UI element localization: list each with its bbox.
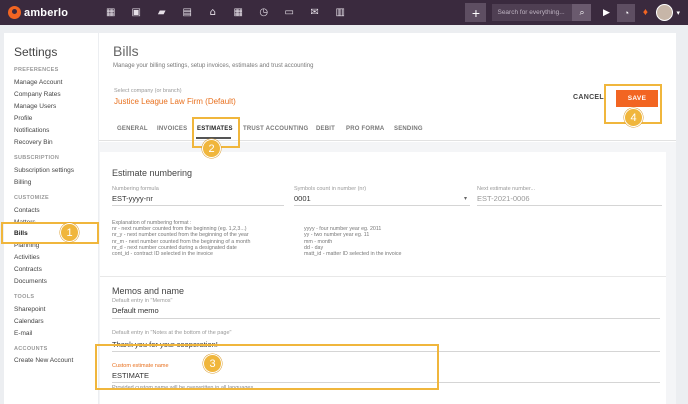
sidebar-section-subscription: SUBSCRIPTION xyxy=(14,155,60,161)
numbering-formula-underline xyxy=(112,205,284,206)
billing-icon[interactable]: ⌂ xyxy=(200,0,226,25)
sidebar-item-manage-account[interactable]: Manage Account xyxy=(14,79,62,86)
numbering-formula-input[interactable]: EST-yyyy-nr xyxy=(112,194,153,203)
contacts-icon[interactable]: ▣ xyxy=(124,0,150,25)
highlight-box-bills xyxy=(1,222,99,244)
sidebar-item-contacts[interactable]: Contacts xyxy=(14,207,40,214)
reports-icon[interactable]: ▥ xyxy=(328,0,354,25)
estimate-numbering-heading: Estimate numbering xyxy=(112,168,193,178)
default-memo-label: Default entry in "Memos" xyxy=(112,298,173,304)
sidebar-item-activities[interactable]: Activities xyxy=(14,254,40,261)
top-bar: amberlo ▦ ▣ ▰ ▤ ⌂ ▦ ◷ ▭ ✉ ▥ + Search for… xyxy=(0,0,688,25)
calendar-icon[interactable]: ▦ xyxy=(226,0,252,25)
sidebar-item-sharepoint[interactable]: Sharepoint xyxy=(14,306,45,313)
tab-pro-forma[interactable]: PRO FORMA xyxy=(346,126,384,132)
page-subtitle: Manage your billing settings, setup invo… xyxy=(113,63,314,69)
step-badge-1: 1 xyxy=(60,223,79,242)
default-notes-label: Default entry in "Notes at the bottom of… xyxy=(112,330,232,336)
settings-tabs: GENERAL INVOICES ESTIMATES TRUST ACCOUNT… xyxy=(99,117,676,141)
email-icon[interactable]: ✉ xyxy=(302,0,328,25)
highlight-box-custom-name xyxy=(95,344,439,390)
sidebar-item-recovery-bin[interactable]: Recovery Bin xyxy=(14,139,53,146)
quick-add-button[interactable]: + xyxy=(465,3,487,22)
activity-icon[interactable]: ◷ xyxy=(251,0,277,25)
search-icon[interactable]: ⌕ xyxy=(572,4,592,21)
sidebar-item-company-rates[interactable]: Company Rates xyxy=(14,91,61,98)
next-estimate-underline xyxy=(477,205,662,206)
sidebar-section-tools: TOOLS xyxy=(14,294,35,300)
play-timer-icon[interactable]: ▶ xyxy=(597,4,615,22)
chevron-down-icon[interactable]: ▾ xyxy=(676,9,680,17)
default-memo-input[interactable]: Default memo xyxy=(112,306,159,315)
notifications-bell-icon[interactable]: ♦ xyxy=(637,7,653,18)
sidebar-item-calendars[interactable]: Calendars xyxy=(14,318,44,325)
chevron-down-icon[interactable]: ▾ xyxy=(464,195,467,202)
symbols-count-select[interactable]: 0001 xyxy=(294,194,311,203)
cancel-button[interactable]: CANCEL xyxy=(573,94,604,101)
tab-sending[interactable]: SENDING xyxy=(394,126,423,132)
numbering-explanation-right: yyyy - four number year eg. 2011 yy - tw… xyxy=(304,226,402,258)
app-logo[interactable]: amberlo xyxy=(8,6,88,19)
page-title: Bills xyxy=(113,43,139,59)
main-nav: ▦ ▣ ▰ ▤ ⌂ ▦ ◷ ▭ ✉ ▥ xyxy=(98,0,353,25)
amberlo-logo-icon xyxy=(8,6,21,19)
symbols-count-underline xyxy=(294,205,470,206)
next-estimate-input[interactable]: EST-2021-0006 xyxy=(477,194,530,203)
settings-sidebar: Settings PREFERENCES Manage Account Comp… xyxy=(4,33,98,404)
folder-icon[interactable]: ▭ xyxy=(277,0,303,25)
sidebar-item-email[interactable]: E-mail xyxy=(14,330,32,337)
sidebar-item-subscription-settings[interactable]: Subscription settings xyxy=(14,167,74,174)
dashboard-icon[interactable]: ▦ xyxy=(98,0,124,25)
tab-trust-accounting[interactable]: TRUST ACCOUNTING xyxy=(243,126,308,132)
sidebar-item-manage-users[interactable]: Manage Users xyxy=(14,103,56,110)
default-memo-underline xyxy=(112,318,660,319)
avatar[interactable] xyxy=(656,4,674,21)
sidebar-section-customize: CUSTOMIZE xyxy=(14,195,49,201)
sidebar-section-preferences: PREFERENCES xyxy=(14,67,59,73)
sidebar-item-billing[interactable]: Billing xyxy=(14,179,31,186)
next-estimate-label: Next estimate number... xyxy=(477,186,536,192)
symbols-count-label: Symbols count in number (nr) xyxy=(294,186,367,192)
company-select[interactable]: Justice League Law Firm (Default) xyxy=(114,97,236,106)
section-divider xyxy=(100,276,666,277)
company-select-label: Select company (or branch) xyxy=(114,88,182,94)
timer-icon[interactable]: ◔ xyxy=(617,3,636,22)
global-search-input[interactable]: Search for everything... xyxy=(492,4,573,21)
sidebar-item-contracts[interactable]: Contracts xyxy=(14,266,42,273)
tab-invoices[interactable]: INVOICES xyxy=(157,126,187,132)
sidebar-section-accounts: ACCOUNTS xyxy=(14,346,48,352)
logo-text: amberlo xyxy=(24,6,69,19)
numbering-formula-label: Numbering formula xyxy=(112,186,159,192)
step-badge-4: 4 xyxy=(624,108,643,127)
sidebar-title: Settings xyxy=(14,45,58,59)
step-badge-3: 3 xyxy=(203,354,222,373)
sidebar-item-documents[interactable]: Documents xyxy=(14,278,47,285)
tab-debit[interactable]: DEBIT xyxy=(316,126,335,132)
numbering-explanation-left: Explanation of numbering format : nr - n… xyxy=(112,220,251,258)
documents-icon[interactable]: ▤ xyxy=(175,0,201,25)
step-badge-2: 2 xyxy=(202,139,221,158)
tab-general[interactable]: GENERAL xyxy=(117,126,148,132)
matters-icon[interactable]: ▰ xyxy=(149,0,175,25)
sidebar-item-profile[interactable]: Profile xyxy=(14,115,32,122)
memos-heading: Memos and name xyxy=(112,286,185,296)
sidebar-item-create-new-account[interactable]: Create New Account xyxy=(14,357,73,364)
sidebar-item-notifications[interactable]: Notifications xyxy=(14,127,49,134)
